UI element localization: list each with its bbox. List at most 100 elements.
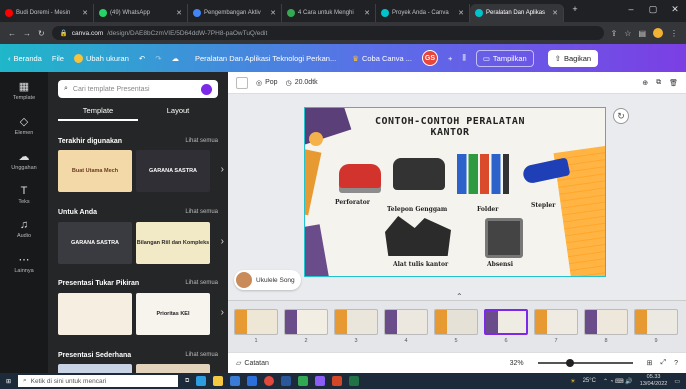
animate-button[interactable]: ◎ Pop bbox=[256, 79, 278, 87]
undo-button[interactable]: ↶ bbox=[139, 54, 145, 63]
task-view-icon[interactable]: ⧉ bbox=[185, 378, 189, 385]
file-menu[interactable]: File bbox=[52, 54, 64, 63]
notes-button[interactable]: ▱ Catatan bbox=[236, 359, 269, 368]
app-icon[interactable] bbox=[298, 376, 309, 386]
grid-view-icon[interactable]: ⊞ bbox=[647, 359, 653, 367]
back-icon[interactable]: ← bbox=[8, 29, 16, 38]
mail-icon[interactable] bbox=[247, 376, 258, 386]
page-thumbnail[interactable] bbox=[384, 309, 428, 335]
reload-icon[interactable]: ↻ bbox=[38, 29, 45, 38]
page-thumbnail[interactable] bbox=[284, 309, 328, 335]
close-icon[interactable]: ✕ bbox=[82, 9, 88, 17]
maximize-button[interactable]: ▢ bbox=[642, 4, 664, 22]
browser-tab[interactable]: Budi Doremi - Mesin ✕ bbox=[0, 4, 94, 22]
browser-tab[interactable]: Proyek Anda - Canva ✕ bbox=[376, 4, 470, 22]
template-thumbnail[interactable]: Prioritas KEI bbox=[136, 293, 210, 335]
duplicate-page-icon[interactable]: ⧉ bbox=[656, 79, 661, 87]
profile-icon[interactable] bbox=[653, 28, 663, 38]
extensions-icon[interactable]: ▤ bbox=[638, 29, 646, 38]
folder-image[interactable] bbox=[457, 154, 509, 194]
minimize-button[interactable]: – bbox=[620, 4, 642, 22]
rail-item-audio[interactable]: ♫ Audio bbox=[17, 219, 31, 239]
rail-item-text[interactable]: T Teks bbox=[18, 185, 29, 205]
fullscreen-icon[interactable]: ⤢ bbox=[660, 359, 666, 367]
app-icon[interactable] bbox=[315, 376, 326, 386]
template-thumbnail[interactable]: GARANA SASTRA bbox=[58, 222, 132, 264]
audio-chip[interactable]: Ukulele Song bbox=[234, 270, 301, 290]
label-alat-tulis[interactable]: Alat tulis kantor bbox=[393, 261, 448, 268]
browser-tab[interactable]: Pengembangan Aktiv ✕ bbox=[188, 4, 282, 22]
see-all-link[interactable]: Lihat semua bbox=[185, 138, 218, 145]
slide-canvas[interactable]: CONTOH-CONTOH PERALATAN KANTOR Perforato… bbox=[304, 107, 606, 277]
rail-item-uploads[interactable]: ☁ Unggahan bbox=[11, 150, 36, 171]
timing-button[interactable]: ◷ 20.0dtk bbox=[286, 79, 318, 87]
page-thumbnail[interactable] bbox=[334, 309, 378, 335]
close-icon[interactable]: ✕ bbox=[364, 9, 370, 17]
clock[interactable]: 05.33 13/04/2022 bbox=[640, 374, 668, 388]
template-thumbnail[interactable]: Buat Utama Mech bbox=[58, 150, 132, 192]
url-field[interactable]: 🔒 canva.com/design/DAE8bCzmVIE/5D64ddW-7… bbox=[51, 26, 604, 40]
store-icon[interactable] bbox=[230, 376, 241, 386]
redo-button[interactable]: ↷ bbox=[155, 54, 161, 63]
template-thumbnail[interactable] bbox=[58, 293, 132, 335]
telephone-image[interactable] bbox=[393, 158, 445, 190]
label-folder[interactable]: Folder bbox=[477, 206, 498, 213]
zoom-level[interactable]: 32% bbox=[510, 360, 524, 367]
notification-icon[interactable]: ▭ bbox=[674, 378, 680, 385]
page-thumbnail[interactable] bbox=[234, 309, 278, 335]
system-tray-icon[interactable]: ⌃ ◔ ⌨ 🔊 bbox=[603, 378, 633, 385]
slide-title[interactable]: CONTOH-CONTOH PERALATAN KANTOR bbox=[345, 116, 555, 138]
template-thumbnail[interactable]: GARANA SASTRA bbox=[136, 150, 210, 192]
present-button[interactable]: ▭ Tampilkan bbox=[475, 49, 534, 67]
see-all-link[interactable]: Lihat semua bbox=[185, 352, 218, 359]
page-thumbnail[interactable] bbox=[634, 309, 678, 335]
rail-item-template[interactable]: ▦ Template bbox=[13, 80, 35, 101]
edge-icon[interactable] bbox=[196, 376, 207, 386]
chevron-right-icon[interactable]: › bbox=[221, 236, 224, 247]
new-tab-button[interactable]: + bbox=[564, 4, 586, 22]
explorer-icon[interactable] bbox=[213, 376, 224, 386]
close-icon[interactable]: ✕ bbox=[552, 9, 558, 17]
background-color-swatch[interactable] bbox=[236, 76, 248, 89]
forward-icon[interactable]: → bbox=[23, 29, 31, 38]
share-button[interactable]: ⇧ Bagikan bbox=[547, 49, 599, 67]
page-thumbnail[interactable] bbox=[534, 309, 578, 335]
template-thumbnail[interactable] bbox=[58, 364, 132, 373]
help-icon[interactable]: ? bbox=[674, 360, 678, 367]
add-member-button[interactable]: + bbox=[448, 54, 452, 63]
page-thumbnail[interactable] bbox=[434, 309, 478, 335]
try-canva-pro-button[interactable]: ♛ Coba Canva ... bbox=[352, 54, 412, 63]
word-icon[interactable] bbox=[281, 376, 292, 386]
delete-page-icon[interactable]: 🗑 bbox=[669, 79, 678, 87]
perforator-image[interactable] bbox=[339, 164, 381, 188]
tab-layout[interactable]: Layout bbox=[138, 106, 218, 121]
label-absensi[interactable]: Absensi bbox=[487, 261, 513, 268]
browser-tab-active[interactable]: Peralatan Dan Aplikas ✕ bbox=[470, 4, 564, 22]
avatar[interactable]: GS bbox=[421, 50, 438, 66]
excel-icon[interactable] bbox=[349, 376, 360, 386]
browser-tab[interactable]: (49) WhatsApp ✕ bbox=[94, 4, 188, 22]
chevron-right-icon[interactable]: › bbox=[221, 307, 224, 318]
label-perforator[interactable]: Perforator bbox=[335, 199, 370, 206]
weather-temp[interactable]: 25°C bbox=[583, 378, 596, 384]
taskbar-search[interactable]: ⌕ Ketik di sini untuk mencari bbox=[18, 375, 179, 387]
label-stepler[interactable]: Stepler bbox=[531, 202, 555, 209]
template-thumbnail[interactable] bbox=[136, 364, 210, 373]
see-all-link[interactable]: Lihat semua bbox=[185, 209, 218, 216]
windows-start-icon[interactable]: ⊞ bbox=[6, 378, 11, 385]
close-icon[interactable]: ✕ bbox=[270, 9, 276, 17]
tab-template[interactable]: Template bbox=[58, 106, 138, 121]
see-all-link[interactable]: Lihat semua bbox=[185, 280, 218, 287]
refresh-icon[interactable]: ↻ bbox=[613, 108, 629, 124]
zoom-slider-thumb[interactable] bbox=[565, 359, 574, 367]
design-title[interactable]: Peralatan Dan Aplikasi Teknologi Perkan.… bbox=[195, 54, 336, 63]
analytics-icon[interactable]: ⫼ bbox=[462, 53, 465, 63]
close-icon[interactable]: ✕ bbox=[176, 9, 182, 17]
menu-icon[interactable]: ⋮ bbox=[670, 29, 678, 38]
attendance-machine-image[interactable] bbox=[485, 218, 523, 258]
star-icon[interactable]: ☆ bbox=[624, 29, 631, 38]
chrome-icon[interactable] bbox=[264, 376, 275, 386]
powerpoint-icon[interactable] bbox=[332, 376, 343, 386]
template-thumbnail[interactable]: Bilangan Riil dan Kompleks bbox=[136, 222, 210, 264]
template-search[interactable]: ⌕ Cari template Presentasi bbox=[58, 80, 218, 98]
